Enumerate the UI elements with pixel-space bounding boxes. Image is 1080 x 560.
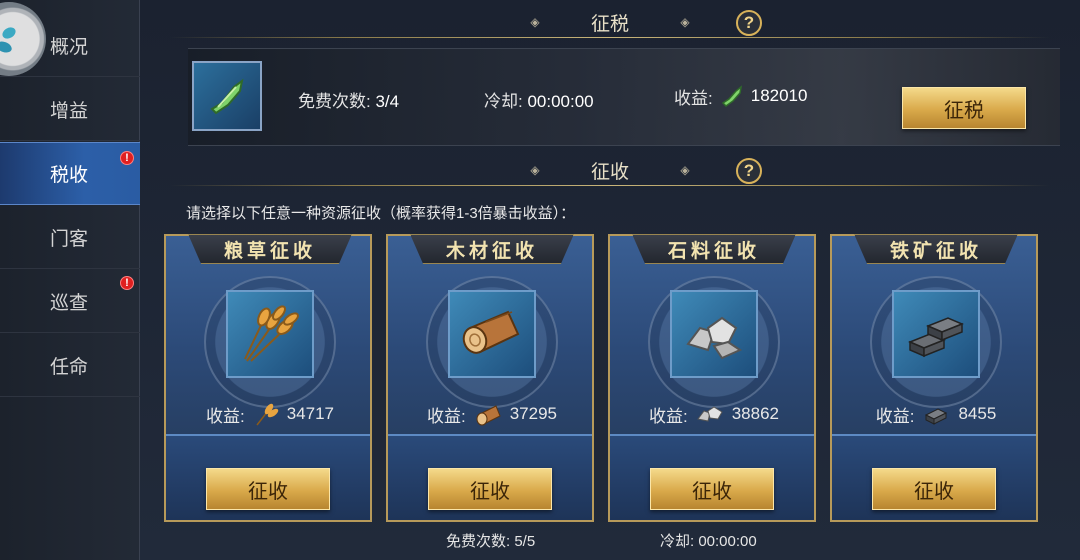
card-income: 收益: 38862 [648,404,779,426]
main-panel: ◈ 征税 ◈ ? 免费次数: 3/4 冷却: 00:00:00 收益: 1820… [140,0,1080,560]
tax-section-header: ◈ 征税 ◈ ? [140,4,1080,40]
jade-token-icon [721,85,742,107]
card-income: 收益: 8455 [875,404,997,426]
sidebar-item-buff[interactable]: 增益 [0,78,140,141]
tax-section-title: 征税 [590,13,629,35]
card-income: 收益: 37295 [426,404,557,426]
collect-help-button[interactable]: ? [736,158,762,184]
wheat-icon [256,403,278,426]
ornament-icon: ◈ [680,163,690,177]
sidebar: 概况 增益 税收 ! 门客 巡查 ! 任命 [0,0,140,560]
sidebar-item-label: 税收 [50,165,89,186]
card-title: 粮草征收 [188,234,352,264]
notification-badge: ! [120,151,134,165]
sidebar-item-label: 增益 [50,100,89,122]
wood-log-icon [476,405,501,426]
resource-card-iron: 铁矿征收 收益: 8455 征收 [830,234,1038,522]
resource-card-wood: 木材征收 收益: 37295 征收 [386,234,594,522]
resource-card-grain: 粮草征收 收益: 34717 征收 [164,234,372,522]
card-title: 石料征收 [632,234,796,264]
tax-income: 收益: 182010 [674,83,807,109]
collect-section-header: ◈ 征收 ◈ ? [140,152,1080,188]
sidebar-item-retainers[interactable]: 门客 [0,206,140,269]
ornament-icon: ◈ [530,163,540,177]
wood-log-icon [448,290,536,378]
collect-wood-button[interactable]: 征收 [428,468,552,510]
card-title: 铁矿征收 [854,234,1018,264]
stone-icon [696,406,723,422]
collect-stone-button[interactable]: 征收 [650,468,774,510]
collect-cooldown: 冷却: 00:00:00 [660,533,757,550]
levy-tax-button[interactable]: 征税 [902,87,1026,129]
collect-grain-button[interactable]: 征收 [206,468,330,510]
iron-ingot-icon [925,408,948,425]
stone-icon [670,290,758,378]
tax-bar: 免费次数: 3/4 冷却: 00:00:00 收益: 182010 征税 [188,48,1060,146]
sidebar-item-label: 门客 [50,228,89,250]
collect-iron-button[interactable]: 征收 [872,468,996,510]
ornament-icon: ◈ [680,15,690,29]
free-count: 免费次数: 3/4 [298,92,400,111]
tax-help-button[interactable]: ? [736,10,762,36]
ornament-icon: ◈ [530,15,540,29]
notification-badge: ! [120,276,134,290]
sidebar-item-label: 任命 [50,356,89,378]
sidebar-item-label: 巡查 [50,292,89,314]
sidebar-item-appoint[interactable]: 任命 [0,334,140,397]
card-title: 木材征收 [410,234,574,264]
jade-token-icon [192,61,262,131]
wheat-icon [226,290,314,378]
iron-ingot-icon [892,290,980,378]
collect-free-count: 免费次数: 5/5 [446,533,536,550]
sidebar-item-tax[interactable]: 税收 ! [0,142,140,205]
sidebar-item-label: 概况 [50,36,89,58]
cooldown: 冷却: 00:00:00 [484,92,594,111]
resource-card-stone: 石料征收 收益: 38862 征收 [608,234,816,522]
collect-section-title: 征收 [590,161,629,183]
collect-instruction: 请选择以下任意一种资源征收（概率获得1-3倍暴击收益）： [186,205,576,222]
card-income: 收益: 34717 [166,402,374,426]
sidebar-item-patrol[interactable]: 巡查 ! [0,270,140,333]
